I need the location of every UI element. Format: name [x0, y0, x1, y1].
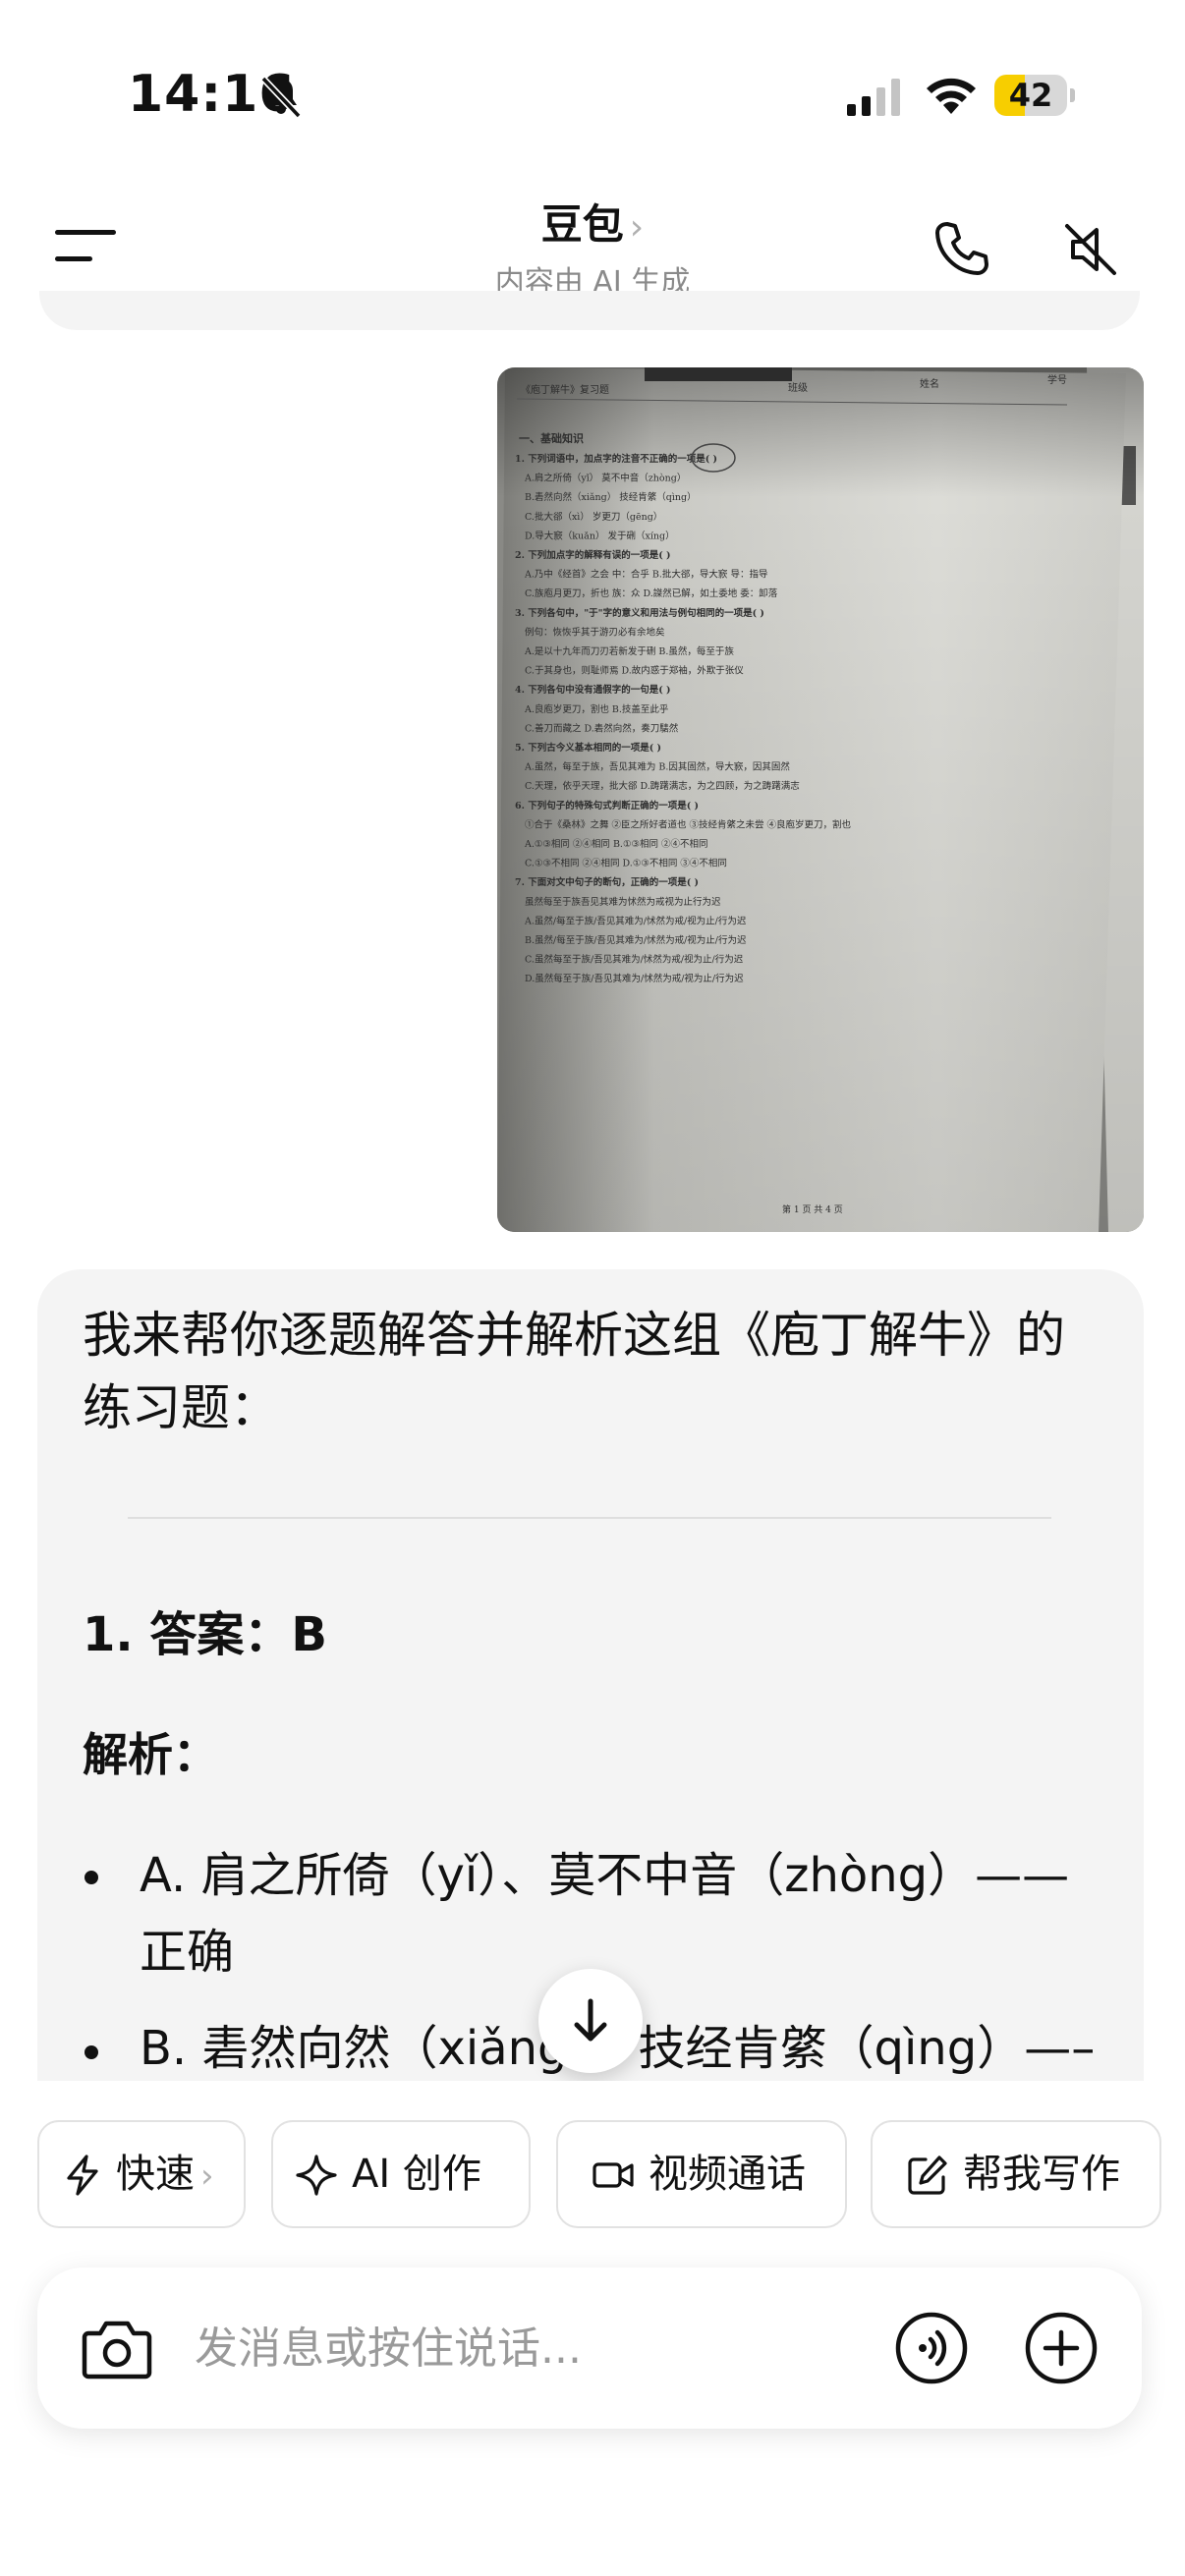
worksheet-line: 3. 下列各句中，"于"字的意义和用法与例句相同的一项是( )	[515, 607, 764, 619]
speaker-mute-button[interactable]	[1059, 218, 1122, 281]
chip-label: 视频通话	[649, 2152, 806, 2197]
question-1-answer: 1. 答案：B	[83, 1607, 327, 1662]
worksheet-line: 5. 下列古今义基本相同的一项是( )	[515, 742, 661, 754]
wifi-icon	[927, 78, 976, 114]
chip-chevron-icon: ›	[200, 2156, 214, 2196]
worksheet-line: 1. 下列词语中，加点字的注音不正确的一项是( )	[515, 453, 717, 465]
worksheet-line: A.虽然，每至于族，吾见其难为 B.因其固然，导大窾，因其固然	[524, 761, 790, 773]
worksheet-header: 《庖丁解牛》复习题	[521, 383, 609, 396]
edit-icon	[908, 2156, 947, 2195]
answer-intro: 我来帮你逐题解答并解析这组《庖丁解牛》的练习题：	[83, 1307, 1065, 1436]
arrow-down-icon	[574, 1998, 607, 2042]
worksheet-line: 2. 下列加点字的解释有误的一项是( )	[515, 549, 671, 561]
chip-label: 帮我写作	[963, 2152, 1120, 2197]
battery-percent: 42	[1008, 77, 1053, 114]
lightning-icon	[67, 2155, 98, 2196]
more-options-button[interactable]	[1024, 2311, 1099, 2385]
worksheet-id-label: 学号	[1047, 373, 1067, 386]
worksheet-line: 例句：恢恢乎其于游刃必有余地矣	[525, 626, 665, 638]
phone-call-button[interactable]	[930, 218, 992, 281]
worksheet-line: B.虽然/每至于族/吾见其难为/怵然为戒/视为止/行为迟	[525, 934, 747, 946]
video-camera-icon	[592, 2162, 634, 2188]
worksheet-class-label: 班级	[788, 382, 808, 394]
bullet-dot	[85, 2045, 98, 2059]
worksheet-line: C.①③不相同 ②④相同 D.①③不相同 ③④不相同	[525, 858, 727, 869]
analysis-label: 解析：	[83, 1728, 218, 1781]
worksheet-line: C.天理，依乎天理，批大郤 D.踌躇满志，为之四顾，为之踌躇满志	[525, 780, 800, 792]
title-chevron-icon: ›	[629, 207, 645, 248]
worksheet-photo-render: 《庖丁解牛》复习题 班级 姓名 学号一、基础知识 1. 下列词语中，加点字的注音不正确的…	[497, 367, 1144, 1232]
chip-label: 快速	[116, 2152, 195, 2197]
analysis-item-a: A. 肩之所倚（yǐ）、莫不中音（zhòng）——正确	[140, 1848, 1070, 1980]
worksheet-line: C.族庖月更刀，折也 族：众 D.謋然已解，如土委地 委：卸落	[525, 588, 778, 599]
worksheet-section: 一、基础知识	[519, 431, 584, 445]
worksheet-line: C.于其身也，则耻师焉 D.故内惑于郑袖，外欺于张仪	[525, 665, 744, 677]
battery-indicator: 42	[994, 75, 1075, 116]
bullet-dot	[85, 1871, 98, 1884]
scroll-to-bottom-button[interactable]	[538, 1969, 643, 2073]
chip-label: AI 创作	[352, 2152, 481, 2197]
uploaded-worksheet-photo[interactable]: 《庖丁解牛》复习题 班级 姓名 学号一、基础知识 1. 下列词语中，加点字的注音不正确的…	[497, 367, 1144, 1232]
worksheet-line: A.①③相同 ②④相同 B.①③相同 ②④不相同	[524, 838, 708, 850]
worksheet-line: D.虽然每至于族/吾见其难为/怵然为戒/视为止/行为迟	[525, 973, 744, 984]
worksheet-line: A.虽然/每至于族/吾见其难为/怵然为戒/视为止/行为迟	[524, 915, 747, 926]
worksheet-line: 虽然每至于族吾见其难为怵然为戒视为止行为迟	[525, 896, 721, 908]
worksheet-line: 4. 下列各句中没有通假字的一句是( )	[515, 684, 671, 696]
worksheet-line: B.砉然向然（xiǎng） 技经肯綮（qìng）	[525, 491, 697, 503]
worksheet-line: D.导大窾（kuǎn） 发于硎（xíng）	[525, 530, 675, 541]
silent-bell-icon	[260, 76, 302, 119]
worksheet-line: A.是以十九年而刀刃若新发于硎 B.虽然，每至于族	[524, 645, 734, 657]
quick-mode-chip[interactable]: 快速 ›	[37, 2120, 246, 2228]
sparkle-icon	[296, 2155, 337, 2196]
worksheet-line: C.善刀而藏之 D.砉然向然，奏刀騞然	[525, 722, 679, 734]
worksheet-line: A.肩之所倚（yǐ） 莫不中音（zhòng）	[524, 473, 686, 484]
write-assist-chip[interactable]: 帮我写作	[871, 2120, 1161, 2228]
worksheet-name-label: 姓名	[920, 377, 939, 390]
divider	[128, 1517, 1051, 1519]
worksheet-line: A.乃中《经首》之会 中：合乎 B.批大郤，导大窾 导：指导	[524, 569, 767, 581]
worksheet-line: 7. 下面对文中句子的断句，正确的一项是( )	[515, 876, 699, 888]
voice-call-button[interactable]	[894, 2311, 969, 2385]
message-input[interactable]	[195, 2311, 863, 2385]
worksheet-page-number: 第 1 页 共 4 页	[782, 1204, 843, 1215]
worksheet-line: ①合于《桑林》之舞 ②臣之所好者道也 ③技经肯綮之未尝 ④良庖岁更刀，割也	[525, 818, 852, 830]
status-bar: 14:16 42	[0, 0, 1185, 187]
worksheet-line: C.虽然每至于族/吾见其难为/怵然为戒/视为止/行为迟	[525, 954, 744, 966]
cellular-signal-icon	[847, 79, 900, 116]
previous-message-edge	[39, 291, 1140, 330]
worksheet-line: 6. 下列句子的特殊句式判断正确的一项是( )	[515, 800, 699, 812]
worksheet-line: C.批大郤（xì） 岁更刀（gēng）	[525, 511, 662, 523]
worksheet-line: A.良庖岁更刀，割也 B.技盖至此乎	[524, 703, 668, 715]
video-call-chip[interactable]: 视频通话	[556, 2120, 847, 2228]
chat-title[interactable]: 豆包 ›	[0, 192, 1185, 252]
ai-create-chip[interactable]: AI 创作	[271, 2120, 531, 2228]
assistant-name: 豆包	[540, 200, 624, 249]
camera-button[interactable]	[81, 2314, 153, 2382]
